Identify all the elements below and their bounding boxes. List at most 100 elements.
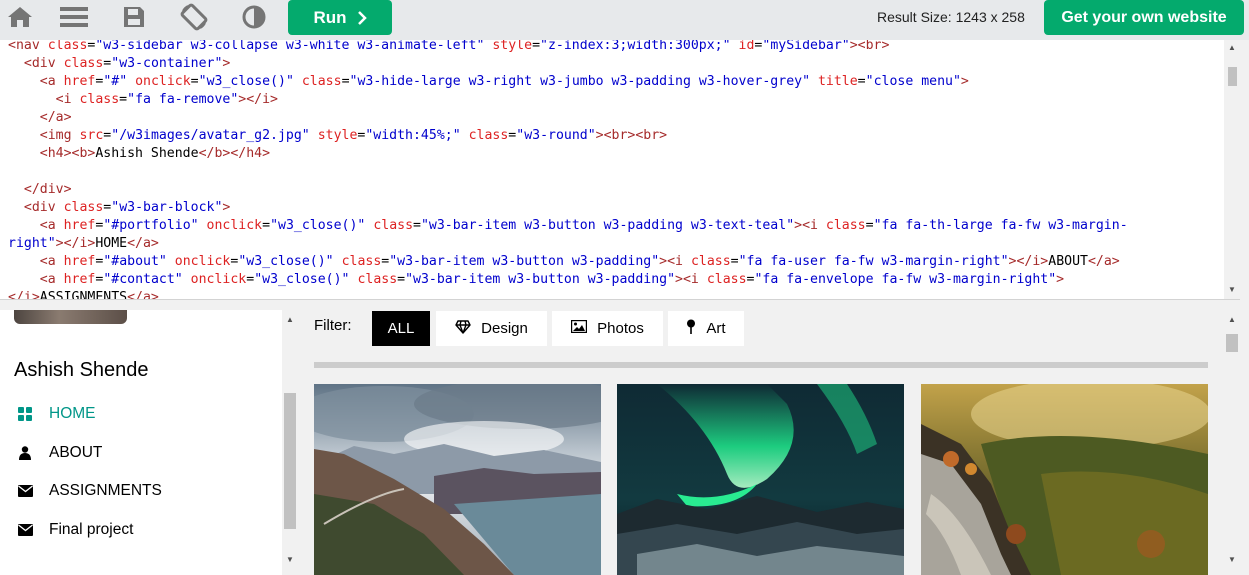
- code-token: "w3-bar-item w3-button w3-padding w3-tex…: [420, 218, 795, 233]
- sidebar-item-about[interactable]: ABOUT: [0, 435, 282, 471]
- code-line[interactable]: <h4><b>Ashish Shende</b></h4>: [8, 145, 1128, 163]
- scroll-down-icon[interactable]: ▼: [1228, 556, 1236, 564]
- code-token: =: [341, 74, 350, 89]
- result-size: Result Size: 1243 x 258: [877, 9, 1025, 25]
- code-line[interactable]: right"></i>HOME</a>: [8, 235, 1128, 253]
- sidebar-scroll-thumb[interactable]: [284, 393, 296, 529]
- portfolio-scrollbar[interactable]: ▲ ▼: [1224, 310, 1240, 575]
- code-token: <div: [23, 200, 64, 215]
- scroll-down-icon[interactable]: ▼: [286, 556, 294, 564]
- scroll-down-icon[interactable]: ▼: [1228, 286, 1236, 294]
- code-token: </i>: [8, 290, 40, 299]
- code-token: =: [865, 218, 874, 233]
- home-icon[interactable]: [0, 0, 40, 34]
- code-token: "fa fa-user fa-fw w3-margin-right": [738, 254, 1009, 269]
- code-token: </div>: [23, 182, 72, 197]
- filter-design-button[interactable]: Design: [436, 311, 547, 346]
- code-line[interactable]: </i>ASSIGNMENTS</a>: [8, 289, 1128, 299]
- pane-divider[interactable]: [0, 299, 1249, 310]
- code-token: >: [960, 74, 969, 89]
- sidebar-item-home[interactable]: HOME: [0, 396, 282, 432]
- avatar: [14, 310, 127, 324]
- portfolio-image-valley[interactable]: [921, 379, 1211, 575]
- code-editor[interactable]: <nav class="w3-sidebar w3-collapse w3-wh…: [0, 40, 1240, 299]
- code-line[interactable]: <div class="w3-bar-block">: [8, 199, 1128, 217]
- code-line[interactable]: <img src="/w3images/avatar_g2.jpg" style…: [8, 127, 1128, 145]
- photo-icon: [570, 319, 588, 337]
- code-line[interactable]: <nav class = "w3-sidebar w3-collapse w3-wh…: [8, 40, 1128, 55]
- code-token: class: [825, 218, 866, 233]
- run-button[interactable]: Run: [288, 0, 392, 35]
- get-website-button[interactable]: Get your own website: [1044, 0, 1244, 35]
- scroll-up-icon[interactable]: ▲: [1228, 44, 1236, 52]
- code-token: id: [738, 40, 755, 53]
- code-token: "fa fa-remove": [127, 92, 239, 107]
- code-token: </a>: [127, 236, 159, 251]
- code-token: ><br>: [849, 40, 890, 53]
- code-token: Ashish Shende: [95, 146, 199, 161]
- code-token: "mySidebar": [762, 40, 850, 53]
- code-token: "width:45%;": [365, 128, 461, 143]
- code-token: class: [690, 254, 731, 269]
- editor-scroll-thumb[interactable]: [1228, 67, 1237, 86]
- code-line[interactable]: </a>: [8, 109, 1128, 127]
- code-token: src: [79, 128, 104, 143]
- code-token: </a>: [127, 290, 159, 299]
- code-token: "w3-hide-large w3-right w3-jumbo w3-padd…: [349, 74, 811, 89]
- chevron-right-icon: [357, 10, 367, 25]
- code-token: ></i>: [1008, 254, 1049, 269]
- code-token: class: [357, 272, 398, 287]
- sidebar-item-final-project[interactable]: Final project: [0, 512, 282, 548]
- code-token: "w3-container": [111, 56, 223, 71]
- code-line[interactable]: <div class="w3-container">: [8, 55, 1128, 73]
- portfolio-scroll-thumb[interactable]: [1226, 334, 1238, 352]
- code-token: >: [222, 200, 231, 215]
- code-token: class: [341, 254, 382, 269]
- filter-all-button[interactable]: ALL: [372, 311, 430, 346]
- code-line[interactable]: </div>: [8, 181, 1128, 199]
- code-token: <a: [39, 218, 64, 233]
- code-token: <h4><b>: [39, 146, 96, 161]
- save-icon[interactable]: [114, 0, 154, 34]
- sidebar-item-assignments[interactable]: ASSIGNMENTS: [0, 473, 282, 509]
- code-line[interactable]: <i class="fa fa-remove"></i>: [8, 91, 1128, 109]
- code-token: "w3-round": [516, 128, 596, 143]
- rotate-icon[interactable]: [174, 0, 214, 34]
- portfolio-image-mountain-lake[interactable]: [294, 379, 634, 575]
- code-token: HOME: [95, 236, 128, 251]
- code-line[interactable]: <a href="#" onclick="w3_close()" class="…: [8, 73, 1128, 91]
- theme-contrast-icon[interactable]: [234, 0, 274, 34]
- code-content[interactable]: <nav class="w3-sidebar w3-collapse w3-wh…: [8, 40, 1128, 299]
- code-token: </b></h4>: [198, 146, 271, 161]
- code-token: =: [119, 92, 128, 107]
- sidebar-scrollbar[interactable]: ▲ ▼: [282, 310, 298, 575]
- code-token: =: [730, 254, 739, 269]
- code-token: <a: [39, 272, 64, 287]
- sidebar: Ashish Shende HOME ABOUT ASSIGNMENTS Fin…: [0, 310, 282, 575]
- scroll-up-icon[interactable]: ▲: [286, 316, 294, 324]
- code-token: <img: [39, 128, 80, 143]
- code-line[interactable]: [8, 163, 1128, 181]
- filter-photos-button[interactable]: Photos: [552, 311, 663, 346]
- outer-scroll-gutter: [1240, 40, 1249, 575]
- code-line[interactable]: <a href="#about" onclick="w3_close()" cl…: [8, 253, 1128, 271]
- scroll-up-icon[interactable]: ▲: [1228, 316, 1236, 324]
- portfolio-image-aurora[interactable]: [617, 384, 904, 575]
- envelope-icon: [16, 524, 34, 536]
- code-token: ><i: [675, 272, 707, 287]
- code-token: =: [397, 272, 406, 287]
- menu-icon[interactable]: [54, 0, 94, 34]
- portfolio-main: Filter: ALL Design Photos Art: [294, 310, 1224, 575]
- code-line[interactable]: <a href="#contact" onclick="w3_close()" …: [8, 271, 1128, 289]
- code-token: >: [1056, 272, 1065, 287]
- filter-art-button[interactable]: Art: [668, 311, 744, 346]
- editor-scrollbar[interactable]: ▲ ▼: [1224, 40, 1240, 299]
- code-line[interactable]: <a href="#portfolio" onclick="w3_close()…: [8, 217, 1128, 235]
